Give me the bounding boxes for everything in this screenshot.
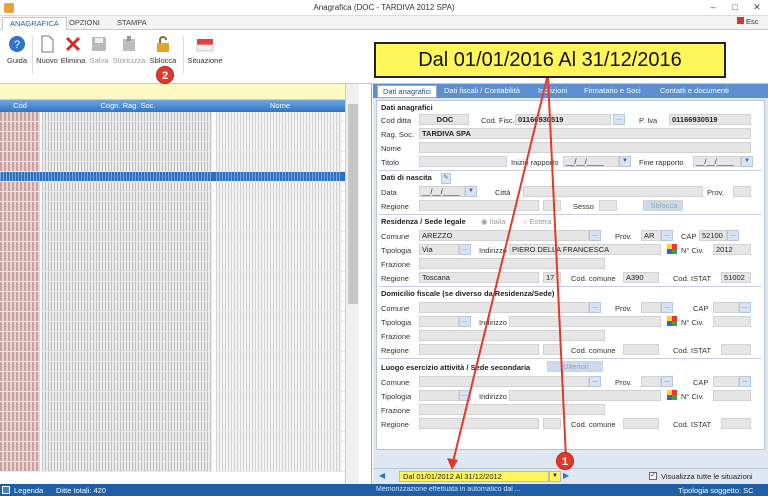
arrow-line bbox=[547, 77, 567, 459]
annotation-badge-2: 2 bbox=[156, 66, 174, 84]
arrow-head bbox=[447, 458, 458, 470]
period-callout: Dal 01/01/2016 Al 31/12/2016 bbox=[374, 42, 726, 78]
annotation-badge-1: 1 bbox=[556, 452, 574, 470]
arrow-line bbox=[451, 73, 549, 467]
